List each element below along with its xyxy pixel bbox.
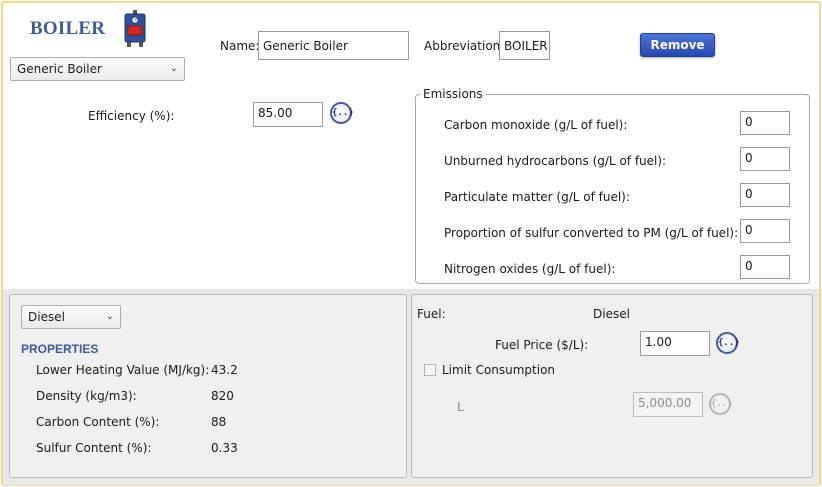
name-label: Name: bbox=[220, 39, 260, 53]
property-value-lhv: 43.2 bbox=[211, 363, 238, 377]
property-label-lhv: Lower Heating Value (MJ/kg): bbox=[36, 363, 210, 377]
fuel-type-select[interactable]: Diesel ⌄ bbox=[21, 305, 121, 329]
boiler-icon bbox=[123, 10, 147, 48]
chevron-down-icon: ⌄ bbox=[169, 63, 178, 74]
emission-input-sulfur-pm[interactable]: 0 bbox=[740, 219, 790, 243]
fuel-price-expression-button[interactable]: {..} bbox=[716, 332, 740, 354]
property-value-carbon: 88 bbox=[211, 415, 227, 429]
property-label-carbon: Carbon Content (%): bbox=[36, 415, 160, 429]
efficiency-input[interactable]: 85.00 bbox=[253, 102, 323, 127]
chevron-down-icon: ⌄ bbox=[105, 311, 114, 322]
emission-input-hc[interactable]: 0 bbox=[740, 147, 790, 171]
remove-button[interactable]: Remove bbox=[640, 33, 715, 57]
limit-consumption-input[interactable]: 5,000.00 bbox=[633, 392, 703, 417]
efficiency-label: Efficiency (%): bbox=[88, 109, 175, 123]
limit-expression-button[interactable]: {..} bbox=[709, 393, 733, 415]
emission-label-co: Carbon monoxide (g/L of fuel): bbox=[444, 118, 628, 132]
limit-unit-label: L bbox=[457, 400, 464, 414]
property-value-density: 820 bbox=[211, 389, 234, 403]
page-title: BOILER bbox=[30, 18, 106, 39]
emission-label-hc: Unburned hydrocarbons (g/L of fuel): bbox=[444, 154, 667, 168]
boiler-type-select-value: Generic Boiler bbox=[17, 62, 102, 76]
emission-label-sulfur-pm: Proportion of sulfur converted to PM (g/… bbox=[444, 226, 739, 240]
fuel-price-label: Fuel Price ($/L): bbox=[495, 338, 589, 352]
limit-consumption-label: Limit Consumption bbox=[442, 363, 556, 377]
fuel-price-input[interactable]: 1.00 bbox=[640, 331, 710, 356]
fuel-value: Diesel bbox=[593, 307, 630, 321]
fuel-type-select-value: Diesel bbox=[28, 310, 65, 324]
emission-label-pm: Particulate matter (g/L of fuel): bbox=[444, 190, 630, 204]
emissions-title: Emissions bbox=[420, 87, 486, 101]
abbreviation-label: Abbreviation: bbox=[424, 39, 505, 53]
properties-title: PROPERTIES bbox=[21, 342, 99, 356]
fuel-label: Fuel: bbox=[417, 307, 446, 321]
property-label-density: Density (kg/m3): bbox=[36, 389, 137, 403]
property-label-sulfur: Sulfur Content (%): bbox=[36, 441, 152, 455]
emission-label-nox: Nitrogen oxides (g/L of fuel): bbox=[444, 262, 616, 276]
emission-input-pm[interactable]: 0 bbox=[740, 183, 790, 207]
limit-consumption-checkbox[interactable] bbox=[424, 364, 436, 376]
property-value-sulfur: 0.33 bbox=[211, 441, 238, 455]
boiler-type-select[interactable]: Generic Boiler ⌄ bbox=[10, 57, 185, 81]
efficiency-expression-button[interactable]: {..} bbox=[330, 102, 354, 124]
emission-input-co[interactable]: 0 bbox=[740, 111, 790, 135]
emission-input-nox[interactable]: 0 bbox=[740, 255, 790, 279]
name-input[interactable]: Generic Boiler bbox=[258, 31, 409, 60]
fuel-cost-panel bbox=[411, 294, 813, 478]
abbreviation-input[interactable]: BOILER bbox=[499, 31, 550, 60]
